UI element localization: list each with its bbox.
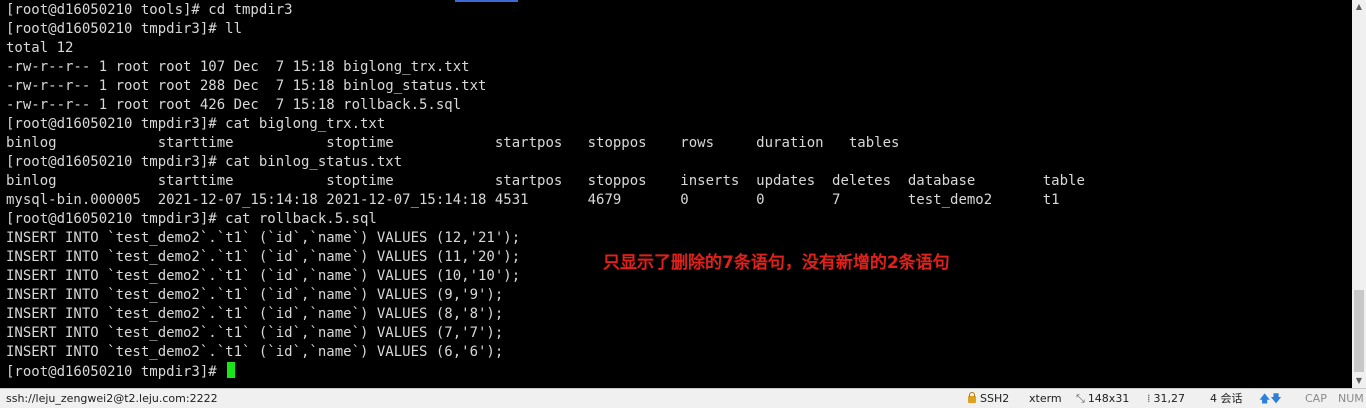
vertical-scrollbar[interactable]: ▲ ▼ [1352, 0, 1366, 388]
session-count: 4 会话 [1210, 392, 1243, 405]
protocol-label: SSH2 [980, 392, 1010, 405]
download-arrow-icon: 🡇 [1270, 392, 1282, 405]
terminal-line: [root@d16050210 tmpdir3]# ll [6, 21, 243, 37]
terminal-line: binlog starttime stoptime startpos stopp… [6, 173, 1085, 189]
scroll-thumb[interactable] [1354, 290, 1364, 372]
caps-lock-indicator: CAP [1305, 392, 1327, 405]
resize-icon: ⤡ [1076, 392, 1085, 405]
cursor-position: ⁞ 31,27 [1147, 389, 1185, 408]
terminal-size-label: 148x31 [1087, 392, 1130, 405]
terminal-output[interactable]: [root@d16050210 tools]# cd tmpdir3 [root… [0, 0, 1352, 388]
protocol-indicator: SSH2 [968, 389, 1009, 408]
status-bar: ssh://leju_zengwei2@t2.leju.com:2222 SSH… [0, 388, 1366, 408]
terminal-line: INSERT INTO `test_demo2`.`t1` (`id`,`nam… [6, 344, 504, 360]
transfer-indicator: 🡅🡇 [1259, 389, 1282, 408]
terminal-line: INSERT INTO `test_demo2`.`t1` (`id`,`nam… [6, 230, 521, 246]
terminal-line: [root@d16050210 tmpdir3]# cat binlog_sta… [6, 154, 403, 170]
terminal-cursor [227, 362, 236, 378]
lock-icon [968, 392, 976, 403]
terminal-line: binlog starttime stoptime startpos stopp… [6, 135, 900, 151]
terminal-line: -rw-r--r-- 1 root root 426 Dec 7 15:18 r… [6, 97, 462, 113]
cursor-position-label: 31,27 [1153, 392, 1186, 405]
terminal-type: xterm [1029, 392, 1062, 405]
terminal-line: INSERT INTO `test_demo2`.`t1` (`id`,`nam… [6, 325, 504, 341]
upload-arrow-icon: 🡅 [1259, 392, 1271, 405]
terminal-line: INSERT INTO `test_demo2`.`t1` (`id`,`nam… [6, 306, 504, 322]
cursor-position-icon: ⁞ [1147, 392, 1151, 405]
scroll-up-arrow-icon[interactable]: ▲ [1352, 0, 1366, 14]
terminal-line: -rw-r--r-- 1 root root 288 Dec 7 15:18 b… [6, 78, 487, 94]
terminal-line: [root@d16050210 tmpdir3]# cat rollback.5… [6, 211, 377, 227]
selection-highlight [455, 0, 518, 2]
scroll-down-arrow-icon[interactable]: ▼ [1352, 374, 1366, 388]
connection-address: ssh://leju_zengwei2@t2.leju.com:2222 [6, 392, 218, 405]
terminal-prompt-line[interactable]: [root@d16050210 tmpdir3]# [6, 362, 236, 381]
terminal-line: INSERT INTO `test_demo2`.`t1` (`id`,`nam… [6, 287, 504, 303]
annotation-text: 只显示了删除的7条语句，没有新增的2条语句 [603, 253, 950, 273]
terminal-line: [root@d16050210 tools]# cd tmpdir3 [6, 2, 293, 18]
terminal-line: INSERT INTO `test_demo2`.`t1` (`id`,`nam… [6, 249, 521, 265]
terminal-line: mysql-bin.000005 2021-12-07_15:14:18 202… [6, 192, 1060, 208]
terminal-size: ⤡ 148x31 [1076, 389, 1129, 408]
terminal-line: total 12 [6, 40, 74, 56]
terminal-line: INSERT INTO `test_demo2`.`t1` (`id`,`nam… [6, 268, 521, 284]
num-lock-indicator: NUM [1338, 392, 1364, 405]
prompt-text: [root@d16050210 tmpdir3]# [6, 364, 226, 380]
terminal-line: [root@d16050210 tmpdir3]# cat biglong_tr… [6, 116, 386, 132]
terminal-line: -rw-r--r-- 1 root root 107 Dec 7 15:18 b… [6, 59, 470, 75]
